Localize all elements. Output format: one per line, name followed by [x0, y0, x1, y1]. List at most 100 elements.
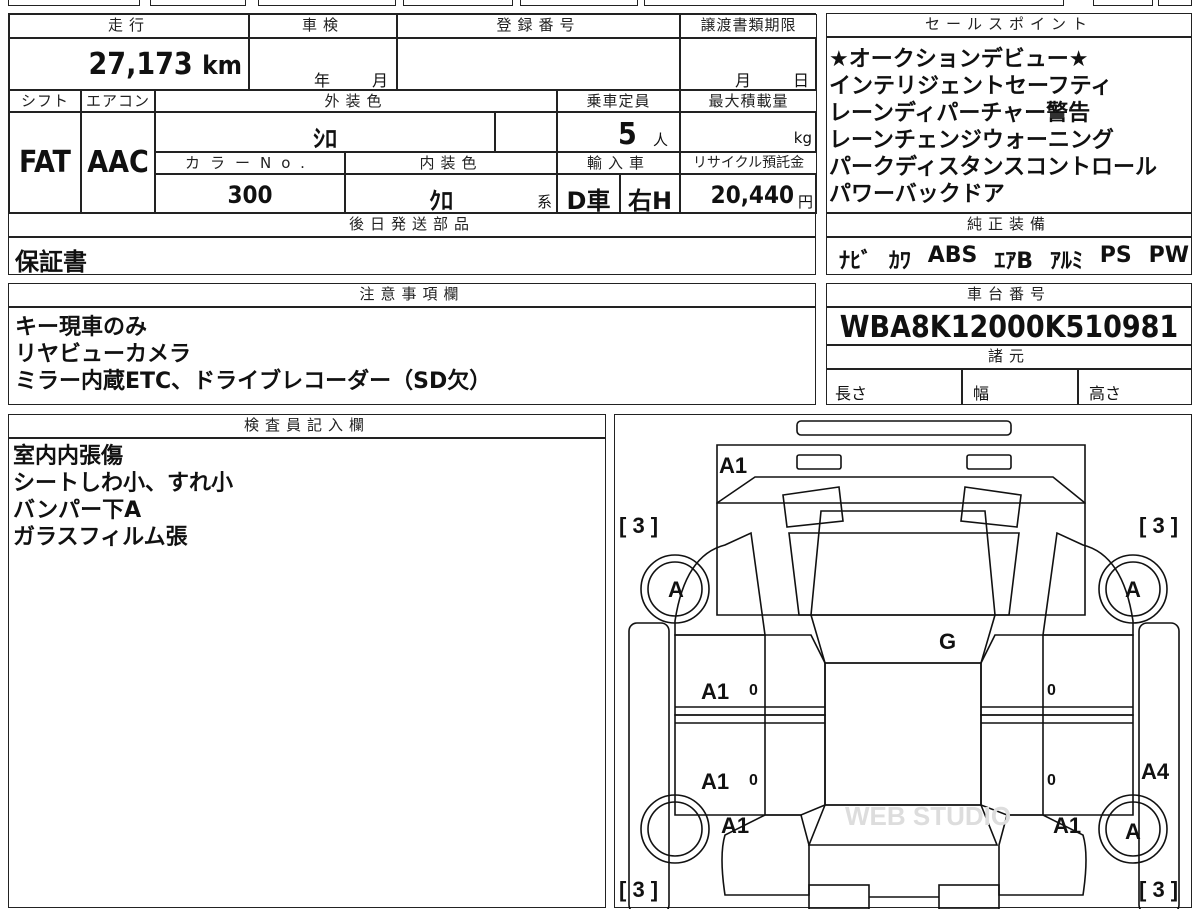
parts-cell: 保証書	[8, 237, 816, 276]
parts-value: 保証書	[15, 248, 87, 276]
inspection-header: 車検	[249, 14, 397, 38]
notes-cell: キー現車のみ リヤビューカメラ ミラー内蔵ETC、ドライブレコーダー（SD欠）	[8, 307, 816, 405]
shift-cell: FAT	[9, 112, 81, 214]
right-front-door	[980, 634, 1134, 716]
mark-left-rear-door: A1	[701, 769, 729, 794]
note-line: キー現車のみ	[15, 315, 148, 340]
front-roof	[809, 614, 997, 664]
mark-right-front-tire: [ 3 ]	[1139, 513, 1178, 538]
chassis-header: 車台番号	[826, 283, 1192, 307]
mark-left-front-wheel: A	[668, 577, 684, 602]
mark-right-front-wheel: A	[1125, 577, 1141, 602]
zero-right-front: 0	[1047, 682, 1056, 699]
parts-header: 後日発送部品	[8, 213, 816, 237]
height-cell: 高さ	[1078, 369, 1192, 405]
interior-cell: ｸﾛ 系	[345, 174, 557, 215]
inspector-line: 室内内張傷	[13, 444, 124, 469]
exterior-header: 外装色	[155, 90, 557, 112]
interior-value: ｸﾛ	[429, 187, 453, 215]
transfer-header: 譲渡書類期限	[680, 14, 817, 38]
sales-points-header: セールスポイント	[826, 13, 1192, 37]
recycle-value: 20,440	[710, 181, 794, 209]
rear-right-lamp	[938, 884, 1000, 909]
registration-header: 登録番号	[397, 14, 680, 38]
left-sill	[628, 622, 670, 909]
left-headlight	[796, 454, 842, 470]
recycle-header: リサイクル預託金	[680, 152, 817, 174]
color-no-header: カラーNo.	[155, 152, 345, 174]
transfer-day: 日	[793, 71, 810, 90]
mark-windshield: G	[939, 629, 956, 654]
capacity-header: 乗車定員	[557, 90, 680, 112]
mark-left-front-door: A1	[701, 679, 729, 704]
mark-right-quarter: A4	[1141, 759, 1170, 784]
ac-cell: AAC	[81, 112, 155, 214]
inspector-cell: 室内内張傷 シートしわ小、すれ小 バンパー下A ガラスフィルム張	[8, 438, 606, 908]
front-bumper-tab	[796, 420, 1012, 436]
hood-area	[716, 476, 1086, 616]
car-diagram: A1 [ 3 ] [ 3 ] A A G A1 A1 A1 A1 A4 A [ …	[614, 414, 1192, 909]
front-bumper	[716, 444, 1086, 504]
registration-cell	[397, 38, 680, 90]
equipment-item: ﾅﾋﾞ	[839, 249, 873, 274]
left-rear-door	[674, 714, 826, 816]
roof	[824, 662, 982, 806]
exterior-value: ｼﾛ	[313, 125, 337, 153]
rear-left-lamp	[808, 884, 870, 909]
equipment-item: ｴｱB	[994, 249, 1034, 274]
mileage-cell: 27,173 km	[9, 38, 249, 90]
zero-left-rear: 0	[749, 772, 758, 789]
zero-right-rear: 0	[1047, 772, 1056, 789]
color-no-value: 300	[227, 181, 273, 209]
equipment-item: PS	[1099, 243, 1132, 268]
equipment-cell: ﾅﾋﾞ ｶﾜ ABS ｴｱB ｱﾙﾐ PS PW	[826, 237, 1192, 275]
left-mirror	[782, 486, 844, 528]
mark-front: A1	[719, 453, 747, 478]
chassis-cell: WBA8K12000K510981	[826, 307, 1192, 345]
watermark: WEB STUDIO	[845, 801, 1011, 831]
sales-point-item: ★オークションデビュー★	[829, 47, 1089, 72]
load-cell: kg	[680, 112, 817, 152]
interior-suffix: 系	[536, 193, 552, 211]
dimensions-header: 諸元	[826, 345, 1192, 369]
mileage-value: 27,173	[88, 47, 193, 82]
inspection-cell: 年 月	[249, 38, 397, 90]
exterior-extra-cell	[495, 112, 557, 152]
inspector-line: シートしわ小、すれ小	[13, 471, 234, 496]
ac-header: エアコン	[81, 90, 155, 112]
import-steer-cell: 右H	[620, 174, 680, 215]
width-label: 幅	[973, 384, 990, 403]
mark-left-front-tire: [ 3 ]	[619, 513, 658, 538]
length-label: 長さ	[835, 384, 868, 403]
mark-right-rear-fender: A1	[1053, 813, 1081, 838]
mark-left-rear-tire: [ 3 ]	[619, 877, 658, 902]
transfer-cell: 月 日	[680, 38, 817, 90]
width-cell: 幅	[962, 369, 1078, 405]
recycle-unit: 円	[797, 193, 813, 211]
chassis-value: WBA8K12000K510981	[839, 310, 1179, 345]
left-front-door	[674, 634, 826, 716]
notes-header: 注意事項欄	[8, 283, 816, 307]
mileage-header: 走行	[9, 14, 249, 38]
equipment-item: ABS	[927, 243, 978, 268]
equipment-item: ｱﾙﾐ	[1049, 249, 1083, 274]
inspection-year: 年	[314, 71, 331, 90]
sales-points-cell: ★オークションデビュー★ インテリジェントセーフティ レーンディパーチャー警告 …	[826, 37, 1192, 213]
right-rear-door	[980, 714, 1134, 816]
import-header: 輸入車	[557, 152, 680, 174]
shift-header: シフト	[9, 90, 81, 112]
right-mirror	[960, 486, 1022, 528]
length-cell: 長さ	[826, 369, 962, 405]
recycle-cell: 20,440 円	[680, 174, 817, 214]
height-label: 高さ	[1089, 384, 1122, 403]
sales-point-item: レーンディパーチャー警告	[829, 101, 1091, 126]
mark-right-rear-wheel: A	[1125, 819, 1141, 844]
right-headlight	[966, 454, 1012, 470]
equipment-item: ｶﾜ	[888, 249, 911, 274]
equipment-item: PW	[1148, 243, 1189, 268]
equipment-header: 純正装備	[826, 213, 1192, 237]
mark-right-rear-tire: [ 3 ]	[1139, 877, 1178, 902]
mark-left-rear-fender: A1	[721, 813, 749, 838]
mileage-unit: km	[202, 51, 242, 81]
top-strip	[8, 0, 1192, 6]
